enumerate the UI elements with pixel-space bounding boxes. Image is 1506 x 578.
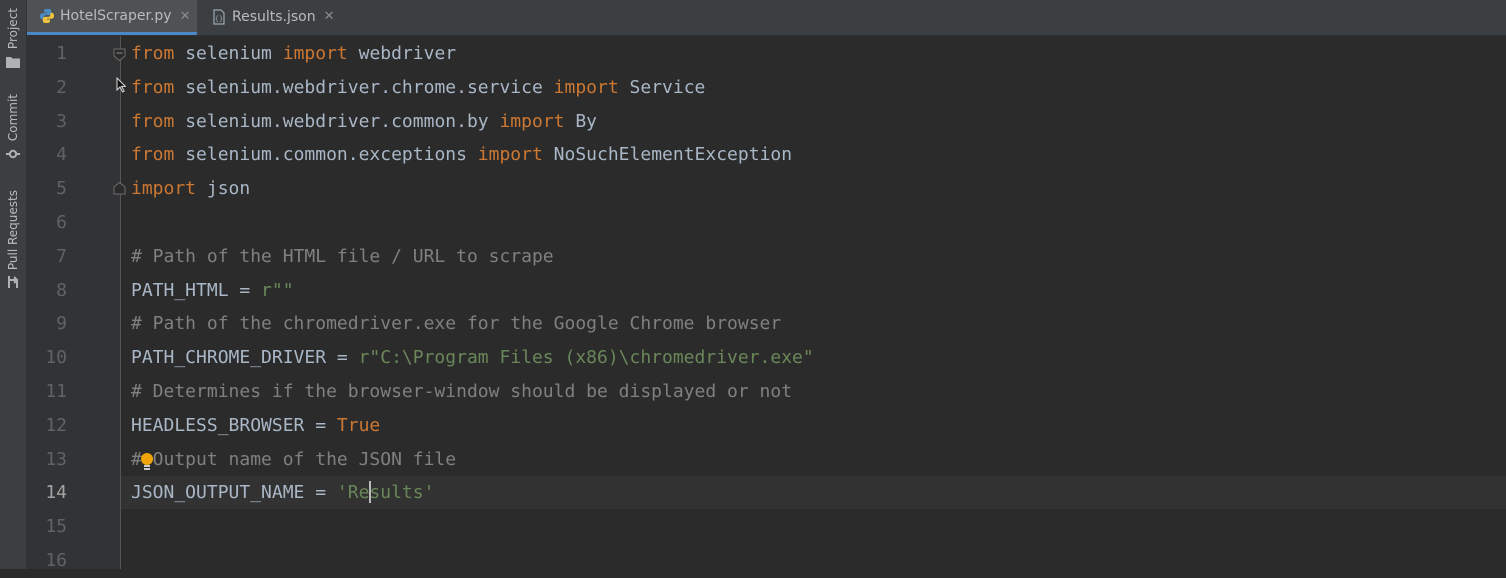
line-number[interactable]: 10	[27, 341, 67, 375]
code-line[interactable]: from selenium import webdriver	[131, 37, 456, 71]
code-token: 'Results'	[336, 482, 435, 504]
code-line[interactable]: from selenium.webdriver.chrome.service i…	[131, 71, 705, 105]
sidebar-item-label: Commit	[6, 94, 20, 142]
code-line[interactable]: PATH_HTML = r""	[131, 274, 294, 308]
code-token: selenium.common.exceptions	[174, 144, 478, 166]
line-number[interactable]: 1	[27, 37, 67, 71]
code-line[interactable]: HEADLESS_BROWSER = True	[131, 409, 380, 443]
line-number[interactable]: 7	[27, 240, 67, 274]
tab-results-json[interactable]: {} Results.json ✕	[199, 0, 339, 33]
code-line[interactable]: # Output name of the JSON file	[131, 443, 456, 477]
line-number[interactable]: 4	[27, 138, 67, 172]
code-token: # Path of the chromedriver.exe for the G…	[131, 313, 782, 335]
code-token: from	[131, 110, 175, 132]
code-token: import	[477, 144, 543, 166]
code-token: By	[564, 110, 598, 132]
commit-icon	[6, 145, 20, 164]
line-number[interactable]: 9	[27, 307, 67, 341]
code-line[interactable]: PATH_CHROME_DRIVER = r"C:\Program Files …	[131, 341, 814, 375]
code-token: from	[131, 76, 175, 98]
code-token: selenium.webdriver.common.by	[174, 110, 500, 132]
close-icon[interactable]: ✕	[180, 9, 191, 24]
sidebar-item-project[interactable]: Project	[0, 8, 26, 72]
line-number[interactable]: 14	[27, 476, 67, 510]
code-line[interactable]: # Determines if the browser-window shoul…	[131, 375, 792, 409]
sidebar-item-pull-requests[interactable]: Pull Requests	[0, 190, 26, 293]
code-token: import	[499, 110, 565, 132]
code-token: # Output name of the JSON file	[131, 448, 457, 470]
code-line[interactable]: # Path of the chromedriver.exe for the G…	[131, 307, 781, 341]
tab-label: Results.json	[232, 8, 316, 25]
code-token: selenium	[174, 43, 283, 64]
code-token: from	[131, 144, 175, 166]
code-line[interactable]: from selenium.webdriver.common.by import…	[131, 105, 597, 139]
mouse-pointer-icon	[116, 76, 127, 97]
line-number[interactable]: 3	[27, 105, 67, 139]
text-caret	[369, 481, 371, 503]
code-line[interactable]: from selenium.common.exceptions import N…	[131, 138, 792, 172]
folder-icon	[6, 53, 20, 72]
sidebar-item-label: Project	[6, 8, 20, 50]
code-line[interactable]: import json	[131, 172, 250, 206]
code-token: from	[131, 43, 175, 64]
code-token: PATH_HTML =	[131, 279, 262, 301]
code-token: import	[131, 178, 197, 200]
tool-window-stripe: Project Commit Pull Requests	[0, 0, 27, 569]
editor-tab-bar: HotelScraper.py ✕ {} Results.json ✕	[27, 0, 1506, 36]
code-line[interactable]: JSON_OUTPUT_NAME = 'Results'	[131, 476, 434, 510]
python-file-icon	[39, 8, 55, 24]
code-token: import	[282, 43, 348, 64]
line-number[interactable]: 15	[27, 510, 67, 544]
line-number[interactable]: 16	[27, 544, 67, 578]
line-number[interactable]: 2	[27, 71, 67, 105]
code-token: webdriver	[347, 43, 457, 64]
code-line[interactable]: # Path of the HTML file / URL to scrape	[131, 240, 554, 274]
json-file-icon: {}	[211, 8, 227, 25]
code-token: # Path of the HTML file / URL to scrape	[131, 245, 554, 267]
code-token: json	[196, 178, 251, 200]
tab-label: HotelScraper.py	[60, 8, 172, 24]
sidebar-item-label: Pull Requests	[6, 190, 20, 271]
fold-marker-icon[interactable]	[113, 46, 126, 62]
code-token: # Determines if the browser-window shoul…	[131, 381, 793, 402]
code-token: PATH_CHROME_DRIVER =	[131, 347, 359, 369]
code-token: JSON_OUTPUT_NAME =	[131, 482, 337, 504]
lightbulb-icon[interactable]	[140, 452, 154, 476]
fold-end-marker-icon[interactable]	[113, 180, 126, 195]
line-number[interactable]: 6	[27, 206, 67, 240]
pull-request-icon	[6, 274, 20, 293]
line-number[interactable]: 12	[27, 409, 67, 443]
line-number[interactable]: 11	[27, 375, 67, 409]
code-token: r""	[261, 279, 294, 301]
line-number[interactable]: 8	[27, 274, 67, 308]
code-token: selenium.webdriver.chrome.service	[174, 76, 554, 98]
svg-text:{}: {}	[215, 15, 223, 23]
code-token: import	[553, 76, 619, 98]
code-token: HEADLESS_BROWSER =	[131, 414, 337, 436]
close-icon[interactable]: ✕	[324, 9, 335, 24]
sidebar-item-commit[interactable]: Commit	[0, 94, 26, 164]
code-token: NoSuchElementException	[542, 144, 793, 166]
line-number[interactable]: 13	[27, 443, 67, 477]
tab-hotelscraper-py[interactable]: HotelScraper.py ✕	[27, 0, 197, 35]
code-token: r"C:\Program Files (x86)\chromedriver.ex…	[358, 347, 814, 369]
code-token: Service	[618, 76, 706, 98]
code-token: True	[336, 414, 381, 436]
line-number[interactable]: 5	[27, 172, 67, 206]
